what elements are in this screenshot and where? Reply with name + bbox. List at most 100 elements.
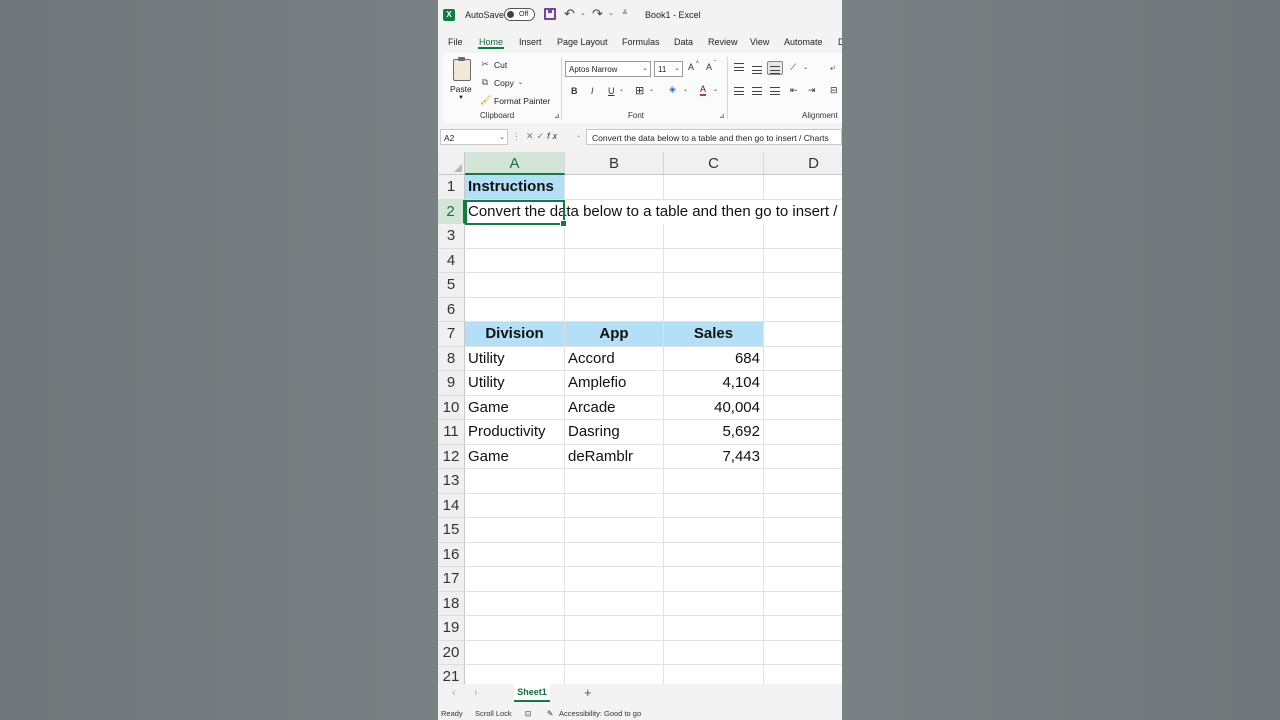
row-header-21[interactable]: 21 [438, 665, 465, 684]
empty-cell[interactable] [565, 175, 664, 200]
empty-cell[interactable] [664, 469, 764, 494]
status-accessibility[interactable]: Accessibility: Good to go [559, 709, 641, 718]
empty-cell[interactable] [764, 396, 842, 420]
empty-cell[interactable] [565, 640, 664, 665]
row-header-12[interactable]: 12 [438, 444, 465, 469]
empty-cell[interactable] [565, 469, 664, 494]
empty-cell[interactable] [565, 493, 664, 518]
insert-function-button[interactable]: fx [547, 131, 560, 141]
column-header-a[interactable]: A [465, 152, 565, 175]
tab-insert[interactable]: Insert [519, 37, 542, 47]
underline-dropdown-icon[interactable]: ⌄ [619, 86, 624, 93]
undo-dropdown-icon[interactable]: ⌄ [580, 9, 586, 17]
empty-cell[interactable] [465, 224, 565, 249]
next-sheet-icon[interactable]: › [474, 687, 478, 699]
orientation-dropdown-icon[interactable]: ⌄ [803, 64, 808, 71]
empty-cell[interactable] [465, 591, 565, 616]
table-cell-sales[interactable]: 7,443 [664, 444, 764, 469]
empty-cell[interactable] [664, 493, 764, 518]
empty-cell[interactable] [565, 518, 664, 543]
increase-font-size-button[interactable]: A [688, 62, 694, 72]
row-header-16[interactable]: 16 [438, 542, 465, 567]
cell-a2[interactable]: Convert the data below to a table and th… [465, 200, 842, 224]
row-header-6[interactable]: 6 [438, 297, 465, 322]
column-header-d[interactable]: D [764, 152, 842, 175]
formula-input[interactable]: Convert the data below to a table and th… [586, 129, 842, 145]
tab-data[interactable]: Data [674, 37, 693, 47]
copy-dropdown-icon[interactable]: ⌄ [518, 79, 523, 86]
decrease-font-size-button[interactable]: A [706, 62, 712, 72]
row-header-7[interactable]: 7 [438, 322, 465, 347]
table-cell-division[interactable]: Productivity [465, 420, 565, 445]
enter-icon[interactable]: ✓ [537, 131, 548, 141]
empty-cell[interactable] [764, 322, 842, 347]
sheet-tab-sheet1[interactable]: Sheet1 [514, 684, 550, 702]
empty-cell[interactable] [764, 641, 842, 665]
empty-cell[interactable] [565, 224, 664, 249]
italic-button[interactable]: I [591, 86, 594, 96]
align-right-icon[interactable] [770, 87, 780, 95]
empty-cell[interactable] [465, 640, 565, 665]
orientation-icon[interactable]: ⟋ [790, 62, 796, 73]
font-size-select[interactable]: 11 ⌄ [654, 61, 683, 77]
align-middle-icon[interactable] [752, 66, 762, 74]
empty-cell[interactable] [565, 591, 664, 616]
decrease-indent-icon[interactable]: ⇤ [790, 85, 798, 96]
empty-cell[interactable] [465, 518, 565, 543]
borders-icon[interactable]: ⊞ [635, 84, 644, 97]
font-color-button[interactable]: A [700, 84, 707, 96]
empty-cell[interactable] [664, 224, 764, 249]
empty-cell[interactable] [664, 297, 764, 322]
empty-cell[interactable] [664, 273, 764, 298]
row-header-15[interactable]: 15 [438, 518, 465, 543]
row-header-18[interactable]: 18 [438, 591, 465, 616]
tab-automate[interactable]: Automate [784, 37, 823, 47]
customize-toolbar-icon[interactable]: ≚ [622, 9, 628, 17]
empty-cell[interactable] [565, 616, 664, 641]
cell-a1[interactable]: Instructions [465, 175, 565, 200]
tab-draw[interactable]: D [838, 37, 842, 47]
row-header-9[interactable]: 9 [438, 371, 465, 396]
empty-cell[interactable] [465, 567, 565, 592]
paste-dropdown-icon[interactable]: ▼ [458, 95, 464, 101]
empty-cell[interactable] [465, 273, 565, 298]
tab-home[interactable]: Home [479, 37, 503, 47]
undo-icon[interactable]: ↶ [564, 6, 575, 22]
empty-cell[interactable] [764, 273, 842, 298]
empty-cell[interactable] [465, 616, 565, 641]
empty-cell[interactable] [764, 469, 842, 494]
table-cell-app[interactable]: Arcade [565, 395, 664, 420]
table-cell-app[interactable]: Accord [565, 346, 664, 371]
clipboard-launcher-icon[interactable]: ⊿ [554, 112, 560, 120]
empty-cell[interactable] [764, 665, 842, 684]
row-header-1[interactable]: 1 [438, 175, 465, 200]
tab-view[interactable]: View [750, 37, 769, 47]
empty-cell[interactable] [764, 592, 842, 616]
empty-cell[interactable] [664, 542, 764, 567]
tab-file[interactable]: File [448, 37, 463, 47]
empty-cell[interactable] [465, 542, 565, 567]
row-header-10[interactable]: 10 [438, 395, 465, 420]
formula-expand-icon[interactable]: ⌄ [576, 132, 581, 139]
table-cell-division[interactable]: Utility [465, 346, 565, 371]
row-header-20[interactable]: 20 [438, 640, 465, 665]
fill-color-dropdown-icon[interactable]: ⌄ [683, 86, 688, 93]
row-header-2[interactable]: 2 [438, 199, 465, 224]
empty-cell[interactable] [664, 248, 764, 273]
empty-cell[interactable] [764, 371, 842, 396]
empty-cell[interactable] [764, 298, 842, 322]
cut-button[interactable]: ✂ Cut [480, 59, 507, 70]
empty-cell[interactable] [764, 543, 842, 567]
empty-cell[interactable] [764, 347, 842, 371]
empty-cell[interactable] [764, 567, 842, 592]
table-header-app[interactable]: App [565, 322, 664, 347]
paste-button[interactable]: Paste [450, 84, 472, 94]
empty-cell[interactable] [764, 175, 842, 200]
row-header-14[interactable]: 14 [438, 493, 465, 518]
previous-sheet-icon[interactable]: ‹ [452, 687, 456, 699]
row-header-17[interactable]: 17 [438, 567, 465, 592]
table-cell-sales[interactable]: 4,104 [664, 371, 764, 396]
row-header-11[interactable]: 11 [438, 420, 465, 445]
align-left-icon[interactable] [734, 87, 744, 95]
row-header-4[interactable]: 4 [438, 248, 465, 273]
